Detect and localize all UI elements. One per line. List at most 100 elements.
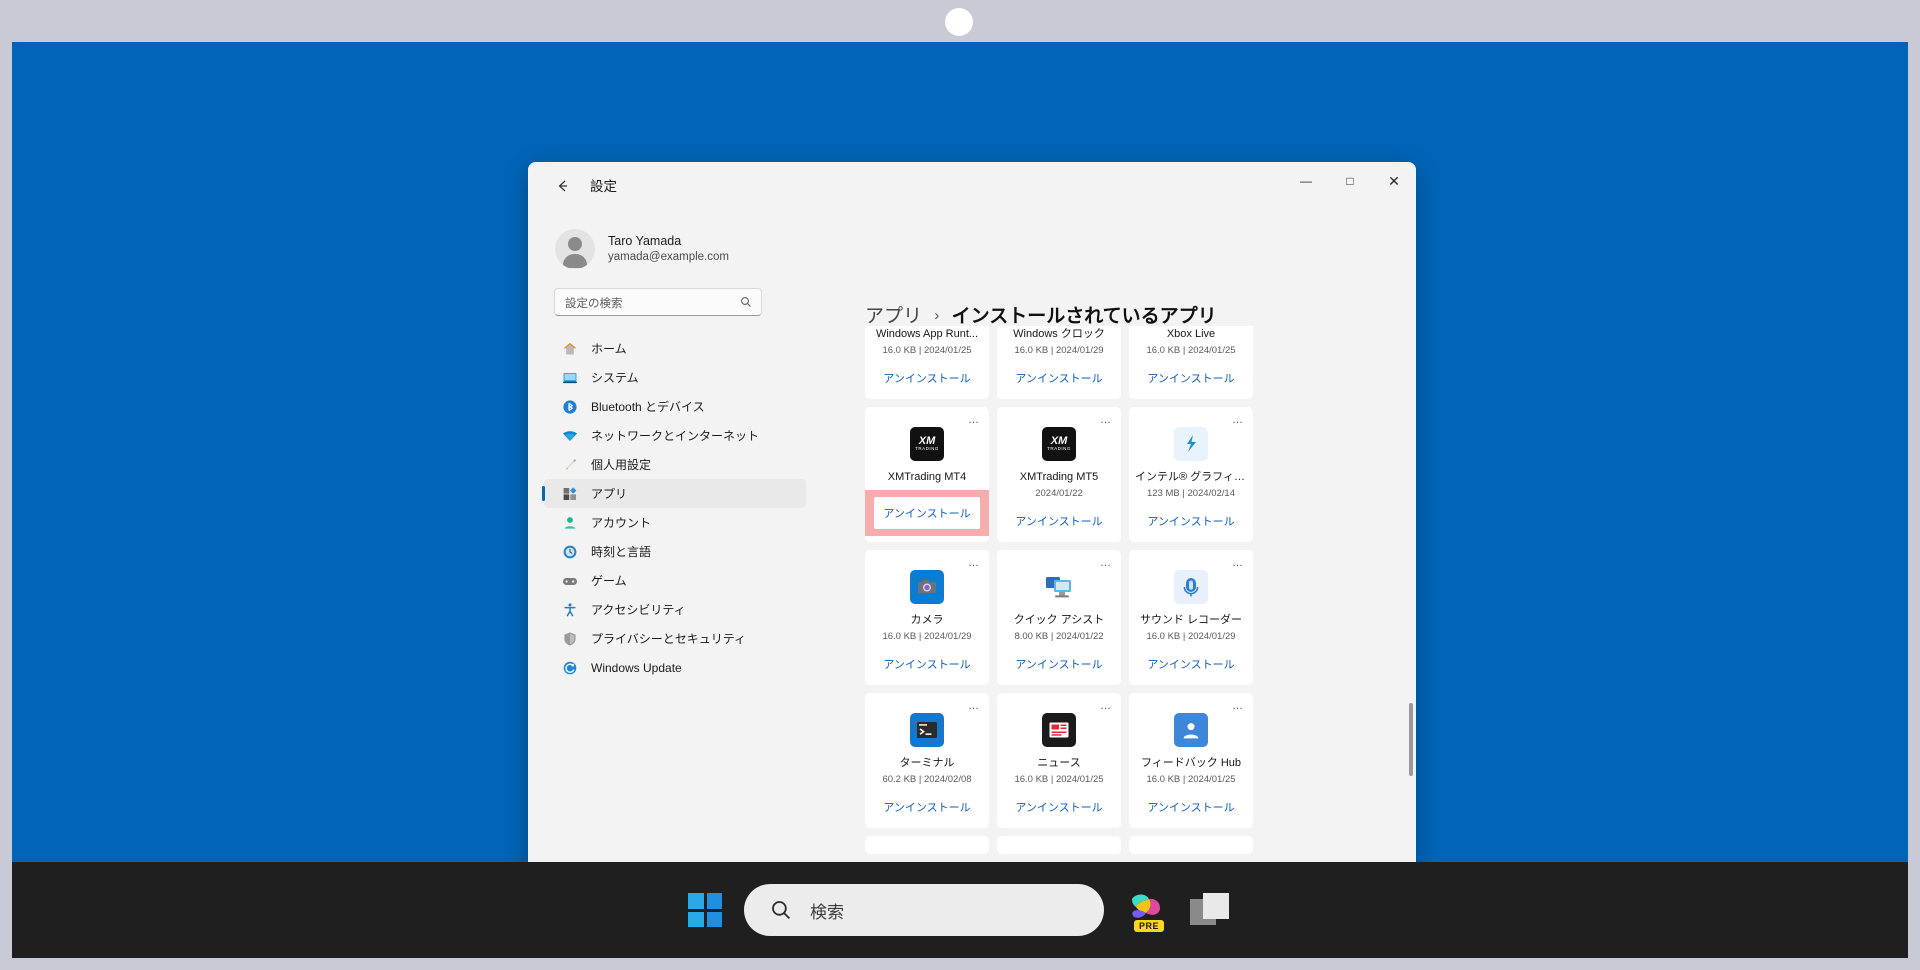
sidebar-item-time-language[interactable]: 時刻と言語	[544, 537, 806, 566]
app-meta: 8.00 KB | 2024/01/22	[1014, 631, 1104, 642]
vertical-scrollbar[interactable]	[1409, 703, 1413, 776]
xm-logo-sub: TRADING	[1047, 446, 1071, 451]
sidebar-item-accounts[interactable]: アカウント	[544, 508, 806, 537]
uninstall-button[interactable]: アンインストール	[1129, 501, 1253, 542]
windows-logo-quadrant	[706, 893, 722, 909]
uninstall-button[interactable]: アンインストール	[997, 358, 1121, 399]
sidebar-item-label: 時刻と言語	[591, 545, 652, 559]
maximize-button[interactable]: □	[1328, 162, 1372, 200]
app-name: サウンド レコーダー	[1139, 614, 1243, 626]
back-arrow-glyph	[558, 180, 567, 192]
desktop-background: 設定 ― □ ✕ Taro Yamada yamada@example.com	[12, 42, 1908, 879]
app-name: Xbox Live	[1166, 328, 1216, 340]
window-caption-buttons: ― □ ✕	[1284, 162, 1416, 200]
app-card: Xbox Live 16.0 KB | 2024/01/25 アンインストール	[1129, 326, 1253, 399]
search-placeholder: 設定の検索	[565, 298, 623, 310]
update-icon	[561, 659, 579, 677]
uninstall-button[interactable]: アンインストール	[865, 644, 989, 685]
more-options-icon[interactable]: …	[968, 414, 980, 426]
app-meta: 16.0 KB | 2024/01/25	[1014, 774, 1104, 785]
more-options-icon[interactable]: …	[1100, 414, 1112, 426]
app-card: Windows クロック 16.0 KB | 2024/01/29 アンインスト…	[997, 326, 1121, 399]
accessibility-icon	[561, 601, 579, 619]
windows-logo-quadrant	[688, 911, 704, 927]
sidebar-item-label: ホーム	[591, 342, 627, 356]
sidebar-item-network[interactable]: ネットワークとインターネット	[544, 421, 806, 450]
sidebar-item-home[interactable]: ホーム	[544, 334, 806, 363]
app-name: クイック アシスト	[1013, 614, 1105, 626]
account-name: Taro Yamada	[608, 234, 682, 248]
sidebar-item-label: Windows Update	[591, 660, 682, 675]
more-options-icon[interactable]: …	[1100, 557, 1112, 569]
app-card-feedback-hub: … フィードバック Hub 16.0 KB | 2024/01/25 アンインス…	[1129, 693, 1253, 828]
close-button[interactable]: ✕	[1372, 162, 1416, 200]
app-cards-grid: Windows App Runt... 16.0 KB | 2024/01/25…	[865, 326, 1383, 879]
search-icon	[741, 297, 751, 307]
app-card-row: … XM TRADING XMTrading MT4 アンインストール … XM…	[865, 407, 1383, 542]
app-card-news: … ニュース 16.0 KB | 2024/01/25 アンインストール	[997, 693, 1121, 828]
xm-logo-text: XM	[918, 435, 936, 447]
uninstall-button[interactable]: アンインストール	[997, 644, 1121, 685]
settings-window: 設定 ― □ ✕ Taro Yamada yamada@example.com	[528, 162, 1416, 879]
more-options-icon[interactable]: …	[1232, 700, 1244, 712]
main-content: アプリ › インストールされているアプリ Windows App Runt...…	[821, 208, 1416, 879]
clock-icon	[561, 543, 579, 561]
taskbar-search-placeholder: 検索	[810, 902, 844, 922]
app-meta: 16.0 KB | 2024/01/25	[1146, 345, 1236, 356]
task-view-icon[interactable]	[1190, 893, 1232, 927]
app-meta: 16.0 KB | 2024/01/29	[882, 631, 972, 642]
uninstall-button[interactable]: アンインストール	[1129, 787, 1253, 828]
sidebar-item-accessibility[interactable]: アクセシビリティ	[544, 595, 806, 624]
xmtrading-icon: XM TRADING	[910, 427, 944, 461]
app-name: インテル® グラフィッ...	[1135, 471, 1253, 483]
uninstall-button[interactable]: アンインストール	[997, 787, 1121, 828]
apps-icon	[561, 485, 579, 503]
sidebar-item-bluetooth[interactable]: Bluetooth とデバイス	[544, 392, 806, 421]
uninstall-button[interactable]: アンインストール	[865, 787, 989, 828]
uninstall-button[interactable]: アンインストール	[1129, 644, 1253, 685]
uninstall-button[interactable]: アンインストール	[874, 497, 980, 529]
sidebar-item-system[interactable]: システム	[544, 363, 806, 392]
uninstall-button[interactable]: アンインストール	[1129, 358, 1253, 399]
uninstall-button[interactable]: アンインストール	[865, 358, 989, 399]
sidebar-item-personalization[interactable]: 個人用設定	[544, 450, 806, 479]
sidebar-item-label: ネットワークとインターネット	[591, 429, 760, 443]
personalization-brush-icon	[561, 456, 579, 474]
breadcrumb-parent[interactable]: アプリ	[865, 306, 922, 327]
settings-sidebar: Taro Yamada yamada@example.com 設定の検索 ホーム…	[528, 208, 821, 879]
terminal-icon	[910, 713, 944, 747]
more-options-icon[interactable]: …	[1232, 557, 1244, 569]
account-block[interactable]: Taro Yamada yamada@example.com	[555, 229, 729, 269]
app-card-terminal: … ターミナル 60.2 KB | 2024/02/08 アンインストール	[865, 693, 989, 828]
sidebar-item-apps[interactable]: アプリ	[542, 479, 806, 508]
sound-recorder-icon	[1174, 570, 1208, 604]
copilot-icon[interactable]: PRE	[1126, 889, 1168, 932]
wifi-icon	[561, 427, 579, 445]
sidebar-item-label: プライバシーとセキュリティ	[591, 632, 747, 646]
home-icon	[561, 340, 579, 358]
minimize-button[interactable]: ―	[1284, 162, 1328, 200]
more-options-icon[interactable]: …	[968, 700, 980, 712]
windows-logo-icon[interactable]	[688, 893, 722, 927]
uninstall-button[interactable]: アンインストール	[997, 501, 1121, 542]
more-options-icon[interactable]: …	[1100, 700, 1112, 712]
app-card-intel-graphics: … インテル® グラフィッ... 123 MB | 2024/02/14 アンイ…	[1129, 407, 1253, 542]
sidebar-item-gaming[interactable]: ゲーム	[544, 566, 806, 595]
app-name: フィードバック Hub	[1140, 757, 1241, 769]
app-card	[997, 836, 1121, 854]
app-card: Windows App Runt... 16.0 KB | 2024/01/25…	[865, 326, 989, 399]
more-options-icon[interactable]: …	[1232, 414, 1244, 426]
quick-assist-icon	[1042, 570, 1076, 604]
taskbar-search-box[interactable]: 検索	[744, 884, 1104, 936]
sidebar-item-privacy-security[interactable]: プライバシーとセキュリティ	[544, 624, 806, 653]
settings-search-input[interactable]: 設定の検索	[554, 288, 762, 316]
app-card-camera: … カメラ 16.0 KB | 2024/01/29 アンインストール	[865, 550, 989, 685]
sidebar-item-label: ゲーム	[591, 574, 627, 588]
more-options-icon[interactable]: …	[968, 557, 980, 569]
system-icon	[561, 369, 579, 387]
camera-icon	[910, 570, 944, 604]
app-meta: 16.0 KB | 2024/01/25	[882, 345, 972, 356]
sidebar-item-windows-update[interactable]: Windows Update	[544, 653, 806, 682]
app-meta: 16.0 KB | 2024/01/25	[1146, 774, 1236, 785]
back-arrow-icon[interactable]	[550, 173, 576, 199]
